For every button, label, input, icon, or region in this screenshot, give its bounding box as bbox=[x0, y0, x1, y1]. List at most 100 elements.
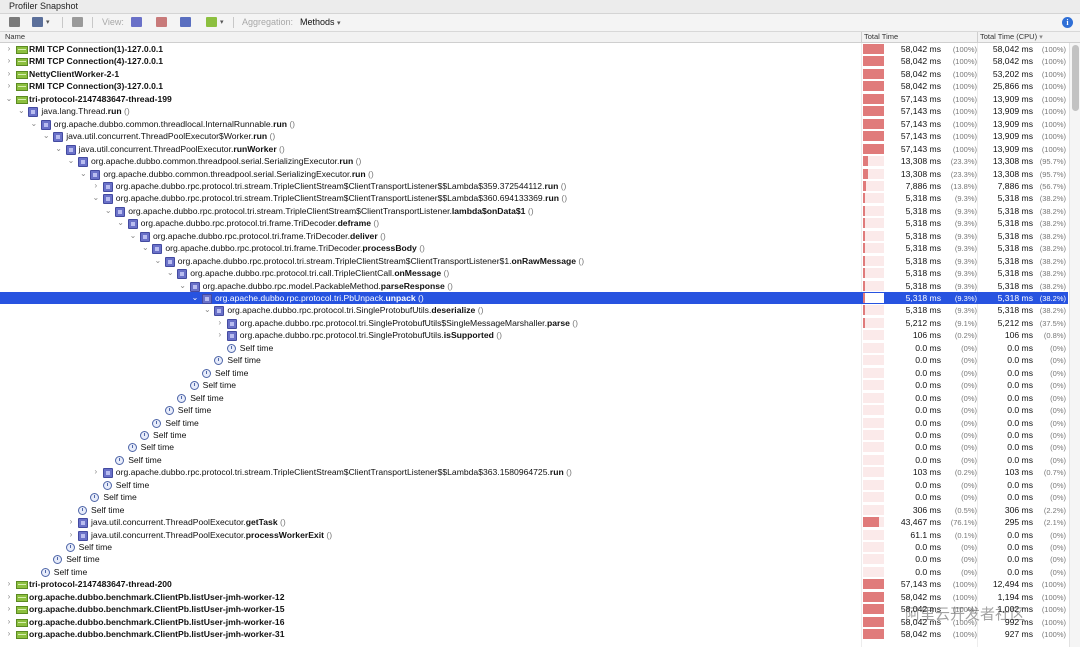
call-tree-view-icon[interactable] bbox=[131, 17, 142, 27]
thread-row[interactable]: ⌄ tri-protocol-2147483647-thread-199 57,14… bbox=[0, 93, 1068, 105]
method-row[interactable]: › org.apache.dubbo.rpc.protocol.tri.strea… bbox=[0, 180, 1068, 192]
method-row[interactable]: ⌄ org.apache.dubbo.common.threadpool.seri… bbox=[0, 168, 1068, 180]
expanded-chevron-icon[interactable]: ⌄ bbox=[5, 94, 13, 103]
method-row[interactable]: ⌄ org.apache.dubbo.rpc.protocol.tri.strea… bbox=[0, 192, 1068, 205]
expanded-chevron-icon[interactable]: ⌄ bbox=[154, 256, 162, 265]
method-row[interactable]: ⌄ org.apache.dubbo.common.threadlocal.Int… bbox=[0, 118, 1068, 130]
method-row[interactable]: › org.apache.dubbo.rpc.protocol.tri.Singl… bbox=[0, 317, 1068, 329]
self-time-row[interactable]: Self time 0.0 ms (0%) 0.0 ms (0%) bbox=[0, 479, 1068, 491]
method-row[interactable]: ⌄ java.util.concurrent.ThreadPoolExecutor… bbox=[0, 130, 1068, 143]
thread-filter-icon[interactable] bbox=[206, 17, 217, 27]
expanded-chevron-icon[interactable]: ⌄ bbox=[117, 218, 125, 227]
snapshot-icon[interactable] bbox=[9, 17, 20, 27]
self-time-row[interactable]: Self time 0.0 ms (0%) 0.0 ms (0%) bbox=[0, 392, 1068, 404]
expanded-chevron-icon[interactable]: ⌄ bbox=[203, 305, 211, 314]
self-time-row[interactable]: Self time 0.0 ms (0%) 0.0 ms (0%) bbox=[0, 417, 1068, 429]
method-row[interactable]: › org.apache.dubbo.rpc.protocol.tri.strea… bbox=[0, 466, 1068, 479]
column-divider[interactable] bbox=[977, 32, 978, 42]
export-icon[interactable] bbox=[32, 17, 43, 27]
call-tree[interactable]: › RMI TCP Connection(1)-127.0.0.1 58,042 m… bbox=[0, 43, 1068, 647]
collapsed-chevron-icon[interactable]: › bbox=[5, 604, 13, 613]
expanded-chevron-icon[interactable]: ⌄ bbox=[17, 106, 25, 115]
method-row[interactable]: ⌄ org.apache.dubbo.rpc.protocol.tri.frame… bbox=[0, 230, 1068, 242]
method-row[interactable]: ⌄ org.apache.dubbo.rpc.protocol.tri.strea… bbox=[0, 205, 1068, 217]
method-row[interactable]: ⌄ org.apache.dubbo.rpc.protocol.tri.frame… bbox=[0, 242, 1068, 255]
collapsed-chevron-icon[interactable]: › bbox=[92, 181, 100, 190]
info-icon[interactable]: i bbox=[1062, 17, 1073, 28]
column-header-total-time-cpu[interactable]: Total Time (CPU) ▾ bbox=[980, 32, 1043, 43]
self-time-row[interactable]: Self time 0.0 ms (0%) 0.0 ms (0%) bbox=[0, 404, 1068, 416]
expanded-chevron-icon[interactable]: ⌄ bbox=[67, 156, 75, 165]
collapsed-chevron-icon[interactable]: › bbox=[5, 629, 13, 638]
self-time-row[interactable]: Self time 0.0 ms (0%) 0.0 ms (0%) bbox=[0, 429, 1068, 441]
collapsed-chevron-icon[interactable]: › bbox=[5, 617, 13, 626]
expanded-chevron-icon[interactable]: ⌄ bbox=[166, 268, 174, 277]
self-time-row[interactable]: Self time 0.0 ms (0%) 0.0 ms (0%) bbox=[0, 379, 1068, 391]
expanded-chevron-icon[interactable]: ⌄ bbox=[79, 169, 87, 178]
expanded-chevron-icon[interactable]: ⌄ bbox=[104, 206, 112, 215]
chevron-down-icon[interactable]: ▾ bbox=[220, 18, 224, 26]
self-time-row[interactable]: Self time 0.0 ms (0%) 0.0 ms (0%) bbox=[0, 454, 1068, 466]
column-header-name[interactable]: Name bbox=[5, 32, 25, 42]
expanded-chevron-icon[interactable]: ⌄ bbox=[42, 131, 50, 140]
self-time-row[interactable]: Self time 0.0 ms (0%) 0.0 ms (0%) bbox=[0, 553, 1068, 565]
method-row[interactable]: ⌄ java.lang.Thread.run () 57,143 ms (100%) 1… bbox=[0, 105, 1068, 118]
self-time-row[interactable]: Self time 0.0 ms (0%) 0.0 ms (0%) bbox=[0, 367, 1068, 379]
expanded-chevron-icon[interactable]: ⌄ bbox=[30, 119, 38, 128]
chevron-down-icon[interactable]: ▾ bbox=[46, 18, 50, 26]
collapsed-chevron-icon[interactable]: › bbox=[67, 530, 75, 539]
cpu-time-value: 306 ms bbox=[1004, 504, 1033, 515]
self-time-row[interactable]: Self time 0.0 ms (0%) 0.0 ms (0%) bbox=[0, 491, 1068, 503]
expanded-chevron-icon[interactable]: ⌄ bbox=[191, 293, 199, 302]
expanded-chevron-icon[interactable]: ⌄ bbox=[129, 231, 137, 240]
method-row[interactable]: ⌄ org.apache.dubbo.rpc.protocol.tri.call.… bbox=[0, 267, 1068, 280]
expanded-chevron-icon[interactable]: ⌄ bbox=[179, 281, 187, 290]
thread-row[interactable]: › org.apache.dubbo.benchmark.ClientPb.lis… bbox=[0, 616, 1068, 628]
thread-row[interactable]: › RMI TCP Connection(1)-127.0.0.1 58,042 m… bbox=[0, 43, 1068, 55]
thread-row[interactable]: › tri-protocol-2147483647-thread-200 57,14… bbox=[0, 578, 1068, 590]
thread-row[interactable]: › RMI TCP Connection(3)-127.0.0.1 58,042 m… bbox=[0, 80, 1068, 92]
expanded-chevron-icon[interactable]: ⌄ bbox=[141, 243, 149, 252]
method-row[interactable]: ⌄ org.apache.dubbo.rpc.protocol.tri.Singl… bbox=[0, 304, 1068, 317]
column-header-total-time[interactable]: Total Time bbox=[864, 32, 898, 42]
thread-row[interactable]: › RMI TCP Connection(4)-127.0.0.1 58,042 m… bbox=[0, 55, 1068, 67]
expanded-chevron-icon[interactable]: ⌄ bbox=[55, 144, 63, 153]
collapsed-chevron-icon[interactable]: › bbox=[5, 579, 13, 588]
self-time-row[interactable]: Self time 306 ms (0.5%) 306 ms (2.2%) bbox=[0, 504, 1068, 516]
method-row[interactable]: ⌄ org.apache.dubbo.rpc.protocol.tri.frame… bbox=[0, 217, 1068, 230]
collapsed-chevron-icon[interactable]: › bbox=[216, 330, 224, 339]
collapsed-chevron-icon[interactable]: › bbox=[216, 318, 224, 327]
self-time-row[interactable]: Self time 0.0 ms (0%) 0.0 ms (0%) bbox=[0, 441, 1068, 453]
method-row[interactable]: ⌄ java.util.concurrent.ThreadPoolExecutor… bbox=[0, 143, 1068, 155]
combined-view-icon[interactable] bbox=[180, 17, 191, 27]
self-time-row[interactable]: Self time 0.0 ms (0%) 0.0 ms (0%) bbox=[0, 566, 1068, 578]
self-time-row[interactable]: Self time 0.0 ms (0%) 0.0 ms (0%) bbox=[0, 354, 1068, 366]
self-time-row[interactable]: Self time 0.0 ms (0%) 0.0 ms (0%) bbox=[0, 541, 1068, 553]
collapsed-chevron-icon[interactable]: › bbox=[5, 69, 13, 78]
collapsed-chevron-icon[interactable]: › bbox=[5, 592, 13, 601]
collapsed-chevron-icon[interactable]: › bbox=[92, 467, 100, 476]
method-row[interactable]: › java.util.concurrent.ThreadPoolExecutor… bbox=[0, 516, 1068, 529]
method-row[interactable]: › org.apache.dubbo.rpc.protocol.tri.Singl… bbox=[0, 329, 1068, 342]
collapsed-chevron-icon[interactable]: › bbox=[5, 44, 13, 53]
self-time-row[interactable]: Self time 0.0 ms (0%) 0.0 ms (0%) bbox=[0, 342, 1068, 354]
method-row[interactable]: ⌄ org.apache.dubbo.rpc.protocol.tri.PbUnp… bbox=[0, 292, 1068, 305]
scrollbar-thumb[interactable] bbox=[1072, 45, 1079, 111]
thread-row[interactable]: › NettyClientWorker-2-1 58,042 ms (100%) 53,… bbox=[0, 68, 1068, 80]
thread-row[interactable]: › org.apache.dubbo.benchmark.ClientPb.lis… bbox=[0, 628, 1068, 640]
method-row[interactable]: ⌄ org.apache.dubbo.rpc.protocol.tri.strea… bbox=[0, 255, 1068, 267]
expanded-chevron-icon[interactable]: ⌄ bbox=[92, 193, 100, 202]
collapsed-chevron-icon[interactable]: › bbox=[5, 81, 13, 90]
method-row[interactable]: ⌄ org.apache.dubbo.rpc.model.PackableMeth… bbox=[0, 280, 1068, 292]
thread-row[interactable]: › org.apache.dubbo.benchmark.ClientPb.lis… bbox=[0, 591, 1068, 603]
vertical-scrollbar[interactable] bbox=[1069, 43, 1080, 647]
save-icon[interactable] bbox=[72, 17, 83, 27]
column-divider[interactable] bbox=[861, 32, 862, 42]
collapsed-chevron-icon[interactable]: › bbox=[5, 56, 13, 65]
thread-row[interactable]: › org.apache.dubbo.benchmark.ClientPb.lis… bbox=[0, 603, 1068, 615]
collapsed-chevron-icon[interactable]: › bbox=[67, 517, 75, 526]
method-row[interactable]: ⌄ org.apache.dubbo.common.threadpool.seri… bbox=[0, 155, 1068, 168]
hot-spots-view-icon[interactable] bbox=[156, 17, 167, 27]
aggregation-dropdown[interactable]: Methods ▾ bbox=[300, 17, 341, 27]
method-row[interactable]: › java.util.concurrent.ThreadPoolExecutor… bbox=[0, 529, 1068, 541]
